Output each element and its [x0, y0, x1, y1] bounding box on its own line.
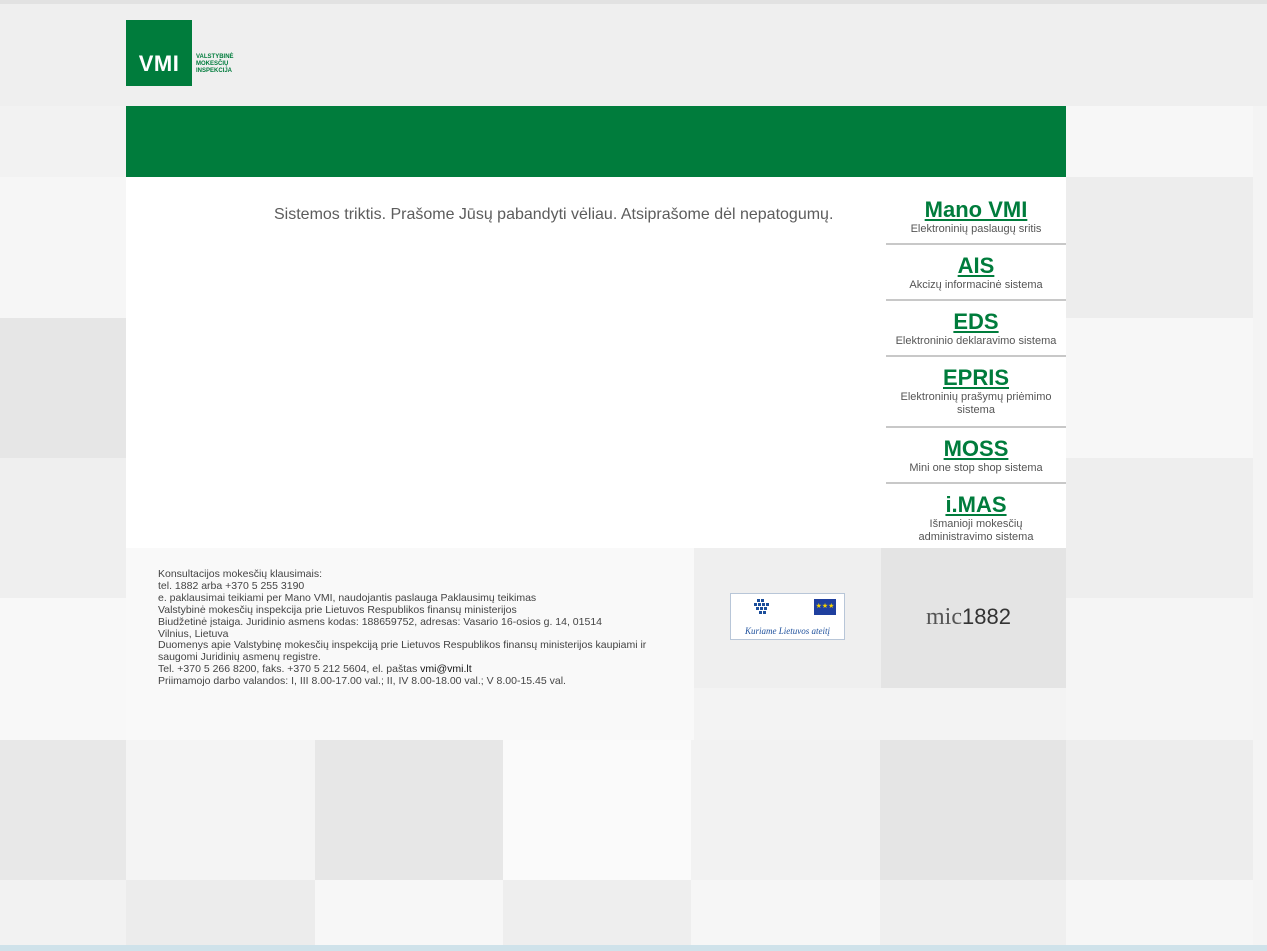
error-message: Sistemos triktis. Prašome Jūsų pabandyti…: [274, 206, 834, 223]
logo-line: VALSTYBINĖ: [196, 54, 234, 60]
link-title[interactable]: i.MAS: [886, 492, 1066, 518]
lithuania-map-icon: [754, 599, 769, 614]
es-funds-box: ★★★ Kuriame Lietuvos ateitį: [694, 548, 881, 688]
link-title[interactable]: MOSS: [886, 436, 1066, 462]
footer-line: Duomenys apie Valstybinę mokesčių inspek…: [158, 639, 647, 664]
contact-prefix: Tel. +370 5 266 8200, faks. +370 5 212 5…: [158, 663, 421, 676]
footer: Konsultacijos mokesčių klausimais: tel. …: [126, 548, 694, 740]
link-description: Mini one stop shop sistema: [909, 462, 1043, 474]
divider: [886, 243, 1066, 245]
link-description: Akcizų informacinė sistema: [909, 279, 1043, 291]
sidebar-link-mano-vmi[interactable]: Mano VMI Elektroninių paslaugų sritis: [886, 197, 1066, 236]
es-funds-logo[interactable]: ★★★ Kuriame Lietuvos ateitį: [730, 593, 845, 640]
email-link[interactable]: vmi@vmi.lt: [420, 663, 472, 675]
divider: [886, 299, 1066, 301]
logo-text: VALSTYBINĖ MOKESČIŲ INSPEKCIJA: [196, 54, 234, 75]
link-title[interactable]: EDS: [886, 309, 1066, 335]
logo-line: MOKESČIŲ: [196, 61, 229, 67]
sidebar-link-ais[interactable]: AIS Akcizų informacinė sistema: [886, 253, 1066, 292]
vmi-logo[interactable]: VMI: [126, 20, 192, 86]
divider: [886, 355, 1066, 357]
divider: [886, 426, 1066, 428]
mic-number: 1882: [962, 604, 1011, 629]
footer-line: Biudžetinė įstaiga. Juridinio asmens kod…: [158, 615, 603, 640]
divider: [886, 482, 1066, 484]
footer-text: Konsultacijos mokesčių klausimais: tel. …: [158, 568, 678, 688]
footer-line: e. paklausimai teikiami per Mano VMI, na…: [158, 591, 537, 604]
right-edge: [1253, 106, 1267, 945]
link-title[interactable]: AIS: [886, 253, 1066, 279]
sidebar-link-eds[interactable]: EDS Elektroninio deklaravimo sistema: [886, 309, 1066, 348]
link-description: Išmanioji mokesčių administravimo sistem…: [918, 518, 1034, 543]
link-title[interactable]: Mano VMI: [886, 197, 1066, 223]
es-caption: Kuriame Lietuvos ateitį: [745, 626, 830, 636]
link-description: Elektroninių paslaugų sritis: [910, 223, 1042, 235]
link-description: Elektroninio deklaravimo sistema: [895, 335, 1057, 347]
footer-line: Priimamojo darbo valandos: I, III 8.00-1…: [158, 675, 566, 688]
green-banner: [126, 106, 1066, 177]
footer-line: Valstybinė mokesčių inspekcija prie Liet…: [158, 603, 517, 616]
logo-mark: VMI: [138, 51, 180, 76]
link-title[interactable]: EPRIS: [886, 365, 1066, 391]
eu-flag-icon: ★★★: [814, 599, 836, 615]
bottom-strip: [0, 945, 1267, 951]
sidebar-link-moss[interactable]: MOSS Mini one stop shop sistema: [886, 436, 1066, 475]
sidebar: Mano VMI Elektroninių paslaugų sritis AI…: [886, 177, 1066, 548]
logo-line: INSPEKCIJA: [196, 68, 233, 74]
main-content: Sistemos triktis. Prašome Jūsų pabandyti…: [126, 177, 886, 548]
sidebar-link-epris[interactable]: EPRIS Elektroninių prašymų priėmimo sist…: [886, 365, 1066, 417]
link-description: Elektroninių prašymų priėmimo sistema: [900, 391, 1052, 416]
sidebar-link-imas[interactable]: i.MAS Išmanioji mokesčių administravimo …: [886, 492, 1066, 544]
mic-text: mic: [926, 604, 962, 630]
mic-box: mic1882: [881, 548, 1066, 688]
mic-1882-logo[interactable]: mic1882: [926, 604, 1011, 631]
